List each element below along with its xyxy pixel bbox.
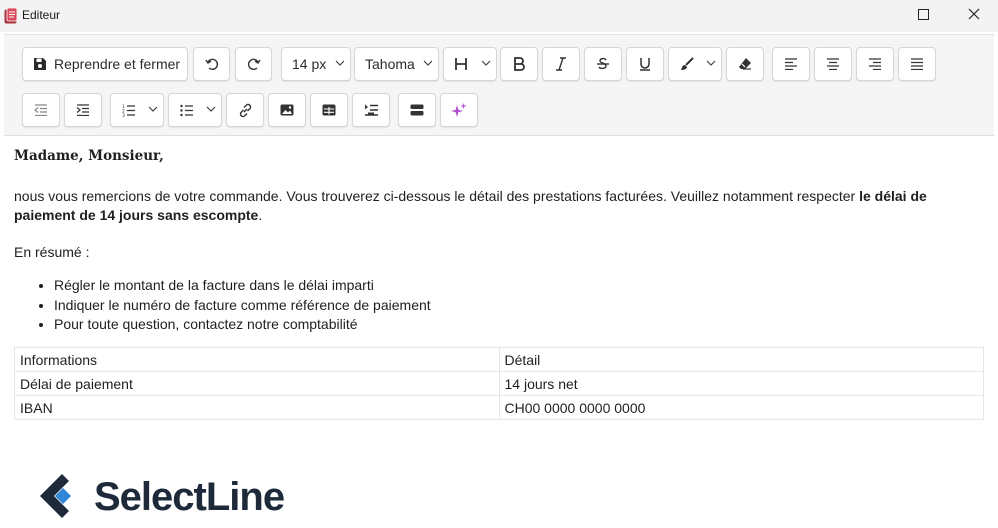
- table-row: IBAN CH00 0000 0000 0000: [14, 395, 984, 420]
- heading-select[interactable]: [443, 47, 497, 81]
- bullet-list: Régler le montant de la facture dans le …: [54, 276, 431, 335]
- table-row: Informations Détail: [14, 347, 984, 372]
- font-family-value: Tahoma: [365, 56, 415, 72]
- bold-button[interactable]: [500, 47, 538, 81]
- strikethrough-icon: [596, 57, 610, 71]
- align-justify-icon: [910, 58, 924, 70]
- align-left-button[interactable]: [772, 47, 810, 81]
- image-button[interactable]: [268, 93, 306, 127]
- list-item: Régler le montant de la facture dans le …: [54, 276, 431, 296]
- align-left-icon: [784, 58, 798, 70]
- outdent-icon: [34, 104, 48, 116]
- ordered-list-icon: 123: [122, 104, 136, 117]
- redo-icon: [247, 57, 261, 71]
- para-text-end: .: [258, 207, 263, 223]
- greeting: Madame, Monsieur,: [14, 148, 164, 164]
- insert-list-button[interactable]: [352, 93, 390, 127]
- outdent-button[interactable]: [22, 93, 60, 127]
- table-button[interactable]: [310, 93, 348, 127]
- link-icon: [238, 103, 253, 118]
- bullet-list-select[interactable]: [168, 93, 222, 127]
- chevron-down-icon: [706, 60, 716, 66]
- maximize-button[interactable]: [900, 0, 946, 32]
- window-title: Editeur: [22, 8, 61, 22]
- title-bar: Editeur: [0, 0, 998, 32]
- clear-format-button[interactable]: [726, 47, 764, 81]
- image-icon: [280, 104, 294, 116]
- underline-icon: [639, 57, 651, 71]
- ordered-list-select[interactable]: 123: [110, 93, 164, 127]
- brush-icon: [680, 57, 694, 71]
- list-item: Indiquer le numéro de facture comme réfé…: [54, 296, 431, 316]
- table-icon: [322, 104, 336, 116]
- table-row: Délai de paiement 14 jours net: [14, 371, 984, 396]
- chevron-down-icon: [481, 60, 491, 66]
- undo-button[interactable]: [193, 47, 230, 81]
- text-color-select[interactable]: [668, 47, 722, 81]
- table-cell: Informations: [14, 347, 500, 372]
- bold-icon: [513, 57, 525, 71]
- horizontal-rule-icon: [410, 104, 424, 116]
- ai-assist-button[interactable]: [440, 93, 478, 127]
- font-size-select[interactable]: 14 px: [281, 47, 351, 81]
- list-item: Pour toute question, contactez notre com…: [54, 315, 431, 335]
- align-center-icon: [826, 58, 840, 70]
- bullet-list-icon: [180, 104, 194, 117]
- align-center-button[interactable]: [814, 47, 852, 81]
- table-cell: Délai de paiement: [14, 371, 500, 396]
- heading-icon: [454, 57, 468, 71]
- italic-icon: [555, 57, 567, 71]
- maximize-icon: [917, 7, 929, 25]
- italic-button[interactable]: [542, 47, 580, 81]
- list-add-icon: [364, 104, 379, 117]
- eraser-icon: [738, 57, 752, 71]
- chevron-down-icon: [335, 60, 345, 66]
- para-text-start: nous vous remercions de votre commande. …: [14, 188, 860, 204]
- chevron-down-icon: [206, 106, 216, 112]
- logo-text: SelectLine: [94, 475, 285, 519]
- save-close-button[interactable]: Reprendre et fermer: [22, 47, 188, 81]
- close-button[interactable]: [951, 0, 997, 32]
- selectline-logo: SelectLine: [32, 472, 302, 524]
- info-table: Informations Détail Délai de paiement 14…: [14, 347, 984, 420]
- table-cell: CH00 0000 0000 0000: [498, 395, 984, 420]
- link-button[interactable]: [226, 93, 264, 127]
- indent-button[interactable]: [64, 93, 102, 127]
- font-size-value: 14 px: [292, 56, 327, 72]
- table-cell: 14 jours net: [498, 371, 984, 396]
- close-icon: [968, 7, 980, 25]
- align-right-icon: [868, 58, 882, 70]
- underline-button[interactable]: [626, 47, 664, 81]
- save-close-label: Reprendre et fermer: [54, 56, 181, 72]
- align-justify-button[interactable]: [898, 47, 936, 81]
- table-cell: Détail: [498, 347, 984, 372]
- undo-icon: [204, 57, 219, 71]
- chevron-down-icon: [148, 106, 158, 112]
- redo-button[interactable]: [235, 47, 272, 81]
- summary-heading: En résumé :: [14, 244, 90, 260]
- indent-icon: [76, 104, 90, 116]
- font-family-select[interactable]: Tahoma: [354, 47, 439, 81]
- svg-text:3: 3: [122, 113, 125, 117]
- ai-sparkle-icon: [451, 102, 467, 118]
- align-right-button[interactable]: [856, 47, 894, 81]
- editor-toolbar: Reprendre et fermer 14 px Tahoma 1 2 3: [4, 34, 994, 136]
- body-paragraph: nous vous remercions de votre commande. …: [14, 187, 974, 225]
- table-cell: IBAN: [14, 395, 500, 420]
- horizontal-rule-button[interactable]: [398, 93, 436, 127]
- selectline-logo-mark-icon: [32, 472, 84, 528]
- chevron-down-icon: [423, 60, 433, 66]
- save-icon: [33, 57, 47, 71]
- strikethrough-button[interactable]: [584, 47, 622, 81]
- app-document-icon: [4, 7, 18, 24]
